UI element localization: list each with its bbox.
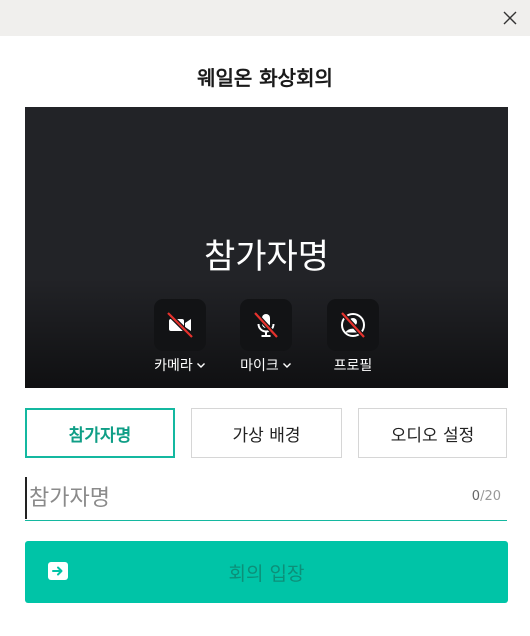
chevron-down-icon (196, 363, 205, 368)
tab-participant-name[interactable]: 참가자명 (25, 408, 175, 458)
profile-label-wrap: 프로필 (313, 355, 393, 375)
join-meeting-label: 회의 입장 (228, 562, 305, 585)
camera-toggle-button[interactable] (154, 299, 206, 351)
close-icon (503, 11, 517, 25)
mic-label: 마이크 (240, 358, 279, 374)
mic-dropdown[interactable]: 마이크 (226, 355, 306, 375)
mic-off-icon (253, 311, 279, 339)
tab-participant-name-label: 참가자명 (68, 425, 132, 446)
tab-virtual-background[interactable]: 가상 배경 (191, 408, 342, 458)
profile-label: 프로필 (333, 358, 373, 374)
camera-dropdown[interactable]: 카메라 (140, 355, 220, 375)
profile-toggle-button[interactable] (327, 299, 379, 351)
dialog-title: 웨일온 화상회의 (197, 66, 333, 90)
mic-toggle-button[interactable] (240, 299, 292, 351)
profile-off-icon (340, 311, 366, 339)
char-counter: 0/20 (471, 489, 501, 504)
camera-label: 카메라 (154, 358, 193, 374)
name-field: 0/20 (25, 477, 507, 521)
video-off-icon (166, 311, 194, 339)
preview-participant-name: 참가자명 (203, 237, 330, 277)
tab-audio-settings[interactable]: 오디오 설정 (358, 408, 507, 458)
mic-control: 마이크 (226, 299, 306, 375)
tab-audio-settings-label: 오디오 설정 (390, 425, 475, 446)
close-button[interactable] (496, 4, 524, 32)
tab-virtual-background-label: 가상 배경 (232, 425, 301, 446)
chevron-down-icon (282, 363, 291, 368)
join-meeting-button[interactable]: 회의 입장 (25, 541, 508, 603)
enter-icon (48, 562, 68, 580)
participant-name-input[interactable] (25, 477, 455, 519)
camera-control: 카메라 (140, 299, 220, 375)
profile-control: 프로필 (313, 299, 393, 375)
video-preview: 참가자명 카메라 마이크 프로필 (25, 107, 508, 388)
title-bar (0, 0, 530, 36)
